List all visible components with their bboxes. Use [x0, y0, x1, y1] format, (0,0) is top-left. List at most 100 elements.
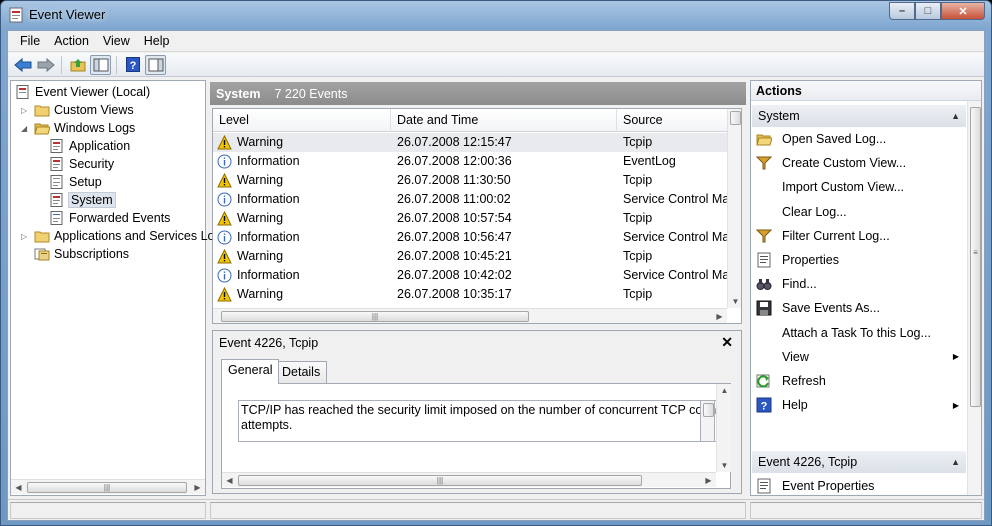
action-clear-log[interactable]: Clear Log... — [752, 200, 966, 224]
tree-horizontal-scrollbar[interactable]: ◀ ||| ▶ — [11, 479, 205, 494]
tree-node-setup[interactable]: Setup — [49, 173, 102, 191]
minimize-button[interactable]: – — [889, 2, 915, 20]
general-tab-vertical-scrollbar[interactable]: ▲ ▼ — [716, 384, 731, 472]
tree-node-applications-and-services[interactable]: ▷ Applications and Services Lo — [21, 227, 215, 245]
folder-up-icon — [70, 58, 85, 71]
scroll-thumb[interactable]: ||| — [27, 482, 187, 493]
filter-icon — [756, 228, 772, 244]
scroll-thumb[interactable]: ||| — [221, 311, 529, 322]
event-row[interactable]: Warning 26.07.2008 10:45:21 Tcpip — [213, 247, 727, 266]
scroll-left-icon[interactable]: ◀ — [11, 483, 26, 492]
tree-node-security[interactable]: Security — [49, 155, 114, 173]
action-open-saved-log[interactable]: Open Saved Log... — [752, 127, 966, 151]
event-row[interactable]: Information 26.07.2008 10:42:02 Service Co… — [213, 266, 727, 285]
collapse-icon[interactable]: ◢ — [21, 124, 31, 133]
action-label: Save Events As... — [782, 301, 880, 316]
tree-node-system[interactable]: System — [49, 191, 116, 209]
scroll-thumb[interactable]: ≡ — [970, 107, 981, 407]
tree-node-label: Applications and Services Lo — [54, 229, 215, 243]
action-refresh[interactable]: Refresh — [752, 369, 966, 393]
close-icon[interactable]: ✕ — [721, 334, 733, 351]
event-row[interactable]: Warning 26.07.2008 10:35:17 Tcpip — [213, 285, 727, 304]
actions-section-system[interactable]: System ▲ — [752, 105, 966, 127]
event-date: 26.07.2008 10:57:54 — [397, 211, 512, 225]
collapse-icon[interactable]: ▲ — [951, 451, 960, 473]
show-hide-action-pane-button[interactable] — [145, 54, 166, 75]
general-tab-horizontal-scrollbar[interactable]: ◀ ||| ▶ — [222, 472, 716, 487]
maximize-button[interactable]: □ — [915, 2, 941, 20]
tree-node-event-viewer-local[interactable]: Event Viewer (Local) — [15, 83, 150, 101]
status-bar — [8, 499, 984, 520]
help-toolbar-button[interactable]: ? — [122, 55, 143, 75]
status-cell — [750, 502, 982, 519]
menu-view[interactable]: View — [96, 32, 137, 50]
action-import-custom-view[interactable]: Import Custom View... — [752, 175, 966, 199]
event-row[interactable]: Warning 26.07.2008 12:15:47 Tcpip — [213, 133, 727, 152]
scroll-up-icon[interactable]: ▲ — [717, 386, 732, 395]
scroll-down-icon[interactable]: ▼ — [717, 461, 732, 470]
event-date: 26.07.2008 11:30:50 — [397, 173, 511, 187]
tab-general[interactable]: General — [221, 359, 280, 384]
tree-node-forwarded-events[interactable]: Forwarded Events — [49, 209, 170, 227]
expand-icon[interactable]: ▷ — [21, 232, 31, 241]
tree-node-windows-logs[interactable]: ◢ Windows Logs — [21, 119, 135, 137]
action-find[interactable]: Find... — [752, 272, 966, 296]
action-create-custom-view[interactable]: Create Custom View... — [752, 151, 966, 175]
column-header-level[interactable]: Level — [213, 109, 391, 132]
event-source: Service Control Mar — [623, 192, 727, 206]
subscriptions-icon — [34, 248, 50, 261]
scroll-right-icon[interactable]: ▶ — [701, 476, 716, 485]
column-header-date[interactable]: Date and Time — [391, 109, 617, 132]
tree-node-custom-views[interactable]: ▷ Custom Views — [21, 101, 134, 119]
event-level: Warning — [237, 287, 284, 301]
title-bar[interactable]: Event Viewer – □ ✕ — [1, 1, 991, 30]
action-pane-icon — [148, 58, 163, 71]
event-row[interactable]: Warning 26.07.2008 11:30:50 Tcpip — [213, 171, 727, 190]
action-view[interactable]: View ▶ — [752, 345, 966, 369]
log-header: System 7 220 Events — [210, 82, 746, 105]
event-row[interactable]: Information 26.07.2008 12:00:36 EventLog — [213, 152, 727, 171]
actions-section-event[interactable]: Event 4226, Tcpip ▲ — [752, 451, 966, 473]
tree-node-subscriptions[interactable]: Subscriptions — [34, 245, 129, 263]
action-properties[interactable]: Properties — [752, 248, 966, 272]
up-level-button[interactable] — [67, 55, 88, 75]
event-source: Tcpip — [623, 173, 653, 187]
action-event-properties[interactable]: Event Properties — [752, 474, 966, 495]
properties-icon — [756, 252, 772, 268]
forward-button[interactable] — [35, 55, 56, 75]
scroll-thumb[interactable] — [703, 403, 714, 417]
information-icon — [217, 154, 232, 169]
description-scrollbar[interactable] — [700, 400, 715, 442]
collapse-icon[interactable]: ▲ — [951, 105, 960, 127]
menu-action[interactable]: Action — [47, 32, 96, 50]
action-attach-a-task-to-this-log[interactable]: Attach a Task To this Log... — [752, 321, 966, 345]
event-row[interactable]: Information 26.07.2008 11:00:02 Service Co… — [213, 190, 727, 209]
back-button[interactable] — [12, 55, 33, 75]
tab-details[interactable]: Details — [275, 361, 328, 383]
center-pane: System 7 220 Events Level Date and Time … — [210, 80, 746, 496]
tree-node-application[interactable]: Application — [49, 137, 130, 155]
event-list-vertical-scrollbar[interactable]: ▼ — [727, 109, 741, 308]
action-save-events-as[interactable]: Save Events As... — [752, 296, 966, 320]
event-row[interactable]: Information 26.07.2008 10:56:47 Service Co… — [213, 228, 727, 247]
actions-vertical-scrollbar[interactable]: ≡ — [967, 101, 981, 495]
action-help[interactable]: ? Help ▶ — [752, 393, 966, 417]
expand-icon[interactable]: ▷ — [21, 106, 31, 115]
scroll-thumb[interactable]: ||| — [238, 475, 642, 486]
scroll-thumb[interactable] — [730, 111, 741, 125]
scroll-down-icon[interactable]: ▼ — [728, 297, 741, 306]
scroll-left-icon[interactable]: ◀ — [222, 476, 237, 485]
menu-help[interactable]: Help — [137, 32, 177, 50]
warning-icon — [217, 248, 232, 264]
menu-file[interactable]: File — [13, 32, 47, 50]
close-button[interactable]: ✕ — [941, 2, 985, 20]
scroll-right-icon[interactable]: ▶ — [712, 312, 727, 321]
event-row[interactable]: Warning 26.07.2008 10:57:54 Tcpip — [213, 209, 727, 228]
event-list-horizontal-scrollbar[interactable]: ||| ▶ — [213, 308, 727, 323]
action-filter-current-log[interactable]: Filter Current Log... — [752, 224, 966, 248]
column-header-source[interactable]: Source — [617, 109, 727, 132]
event-date: 26.07.2008 10:56:47 — [397, 230, 512, 244]
scroll-right-icon[interactable]: ▶ — [190, 483, 205, 492]
event-description[interactable]: TCP/IP has reached the security limit im… — [238, 400, 716, 442]
show-hide-tree-button[interactable] — [90, 54, 111, 75]
